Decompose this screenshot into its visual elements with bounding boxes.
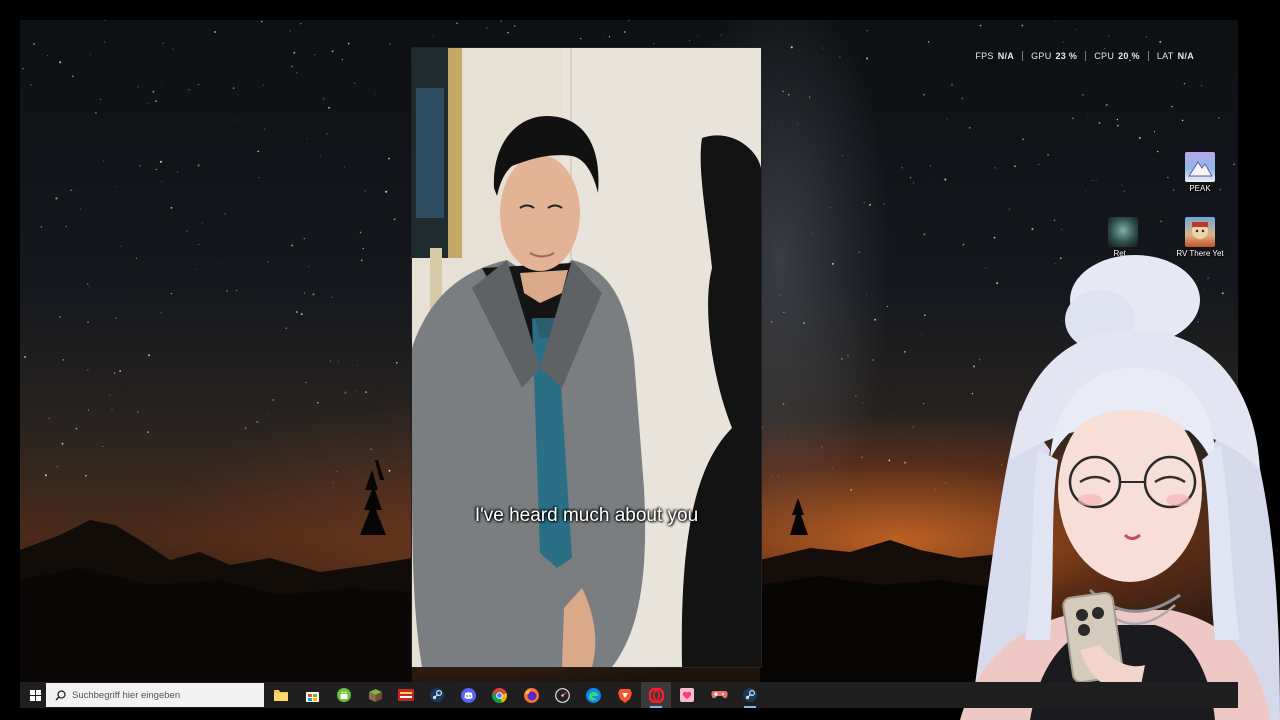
desktop-icon-peak[interactable]: PEAK bbox=[1169, 152, 1231, 193]
taskbar-microsoft-store[interactable] bbox=[297, 682, 327, 708]
performance-overlay: FPS N/A GPU 23 % CPU 20 % LAT N/A bbox=[967, 51, 1202, 61]
video-player[interactable]: I've heard much about you bbox=[411, 47, 762, 668]
taskbar-firefox[interactable] bbox=[516, 682, 546, 708]
game-controller-icon bbox=[710, 691, 728, 699]
android-icon bbox=[337, 688, 351, 702]
ret-game-icon bbox=[1108, 217, 1138, 247]
minecraft-icon bbox=[368, 688, 382, 702]
video-frame bbox=[412, 48, 761, 667]
chrome-icon bbox=[491, 687, 507, 703]
vtuber-avatar bbox=[940, 250, 1280, 720]
taskbar-steam-2[interactable] bbox=[735, 682, 765, 708]
steam-icon bbox=[743, 688, 757, 702]
vtuber-avatar-illustration bbox=[960, 255, 1280, 720]
taskbar-minecraft[interactable] bbox=[360, 682, 390, 708]
cpu-readout: CPU 20 % bbox=[1085, 51, 1148, 61]
gpu-readout: GPU 23 % bbox=[1022, 51, 1085, 61]
taskbar bbox=[20, 682, 1238, 708]
taskbar-discord[interactable] bbox=[453, 682, 483, 708]
discord-icon bbox=[460, 687, 476, 703]
opera-icon bbox=[648, 687, 664, 703]
speedometer-icon bbox=[554, 687, 570, 703]
windows-logo-icon bbox=[29, 689, 41, 701]
cpu-label: CPU bbox=[1094, 51, 1115, 61]
taskbar-game-controller[interactable] bbox=[704, 682, 734, 708]
taskbar-pink-app[interactable] bbox=[672, 682, 702, 708]
fps-value: N/A bbox=[997, 51, 1015, 61]
taskbar-steam-1[interactable] bbox=[422, 682, 452, 708]
edge-icon bbox=[585, 687, 601, 703]
start-button[interactable] bbox=[24, 682, 46, 708]
taskbar-brave[interactable] bbox=[610, 682, 640, 708]
video-subtitle: I've heard much about you bbox=[474, 505, 699, 526]
app-badge-icon bbox=[398, 689, 414, 701]
firefox-icon bbox=[523, 687, 539, 703]
pink-app-icon bbox=[680, 688, 694, 702]
latency-label: LAT bbox=[1156, 51, 1174, 61]
taskbar-opera[interactable] bbox=[641, 682, 671, 708]
latency-value: N/A bbox=[1177, 51, 1194, 61]
rv-there-yet-icon bbox=[1185, 217, 1215, 247]
peak-label: PEAK bbox=[1189, 184, 1211, 193]
steam-icon bbox=[430, 688, 444, 702]
file-explorer-icon bbox=[274, 690, 288, 701]
taskbar-file-explorer[interactable] bbox=[266, 682, 296, 708]
microsoft-store-icon bbox=[305, 691, 319, 702]
taskbar-badge-app[interactable] bbox=[391, 682, 421, 708]
brave-icon bbox=[618, 688, 632, 703]
search-input[interactable] bbox=[72, 689, 252, 701]
latency-readout: LAT N/A bbox=[1147, 51, 1202, 61]
taskbar-edge[interactable] bbox=[578, 682, 608, 708]
gpu-label: GPU bbox=[1031, 51, 1052, 61]
taskbar-android-app[interactable] bbox=[329, 682, 359, 708]
taskbar-chrome[interactable] bbox=[484, 682, 514, 708]
fps-readout: FPS N/A bbox=[967, 51, 1022, 61]
cpu-value: 20 % bbox=[1118, 51, 1140, 61]
taskbar-speedometer-app[interactable] bbox=[547, 682, 577, 708]
fps-label: FPS bbox=[975, 51, 994, 61]
peak-icon bbox=[1185, 152, 1215, 182]
taskbar-search-box[interactable] bbox=[46, 683, 264, 707]
search-icon bbox=[55, 689, 66, 700]
gpu-value: 23 % bbox=[1055, 51, 1078, 61]
